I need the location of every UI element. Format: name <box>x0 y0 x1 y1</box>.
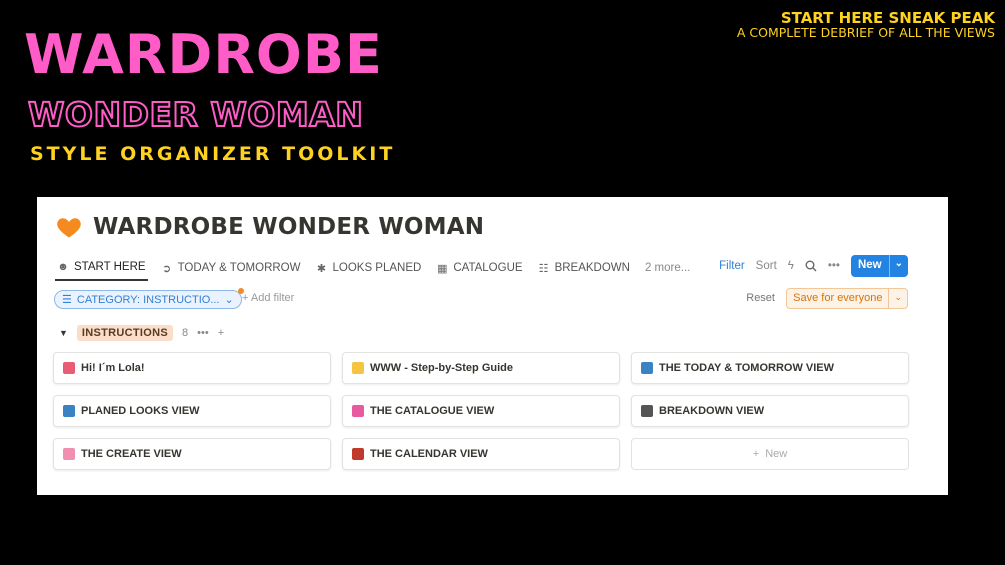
sort-button[interactable]: Sort <box>756 260 777 272</box>
calendar-icon <box>352 448 364 460</box>
gallery-grid-icon: ▦ <box>437 262 448 275</box>
tab-label: START HERE <box>74 261 146 273</box>
corner-title: START HERE SNEAK PEAK <box>780 9 995 27</box>
add-filter-label: Add filter <box>250 292 295 304</box>
view-toolbar: Filter Sort ϟ ••• New ⌄ <box>719 255 908 277</box>
card-title: PLANED LOOKS VIEW <box>81 405 200 417</box>
plus-icon[interactable]: + <box>218 327 224 339</box>
list-icon: ☰ <box>62 294 72 306</box>
orange-heart-icon <box>57 218 81 238</box>
notebook-icon <box>641 405 653 417</box>
tab-looks-planed[interactable]: ✱ LOOKS PLANED <box>313 255 423 281</box>
category-filter-chip[interactable]: ☰ CATEGORY: INSTRUCTIO... ⌄ <box>54 288 244 309</box>
new-card-button[interactable]: + New <box>631 438 909 470</box>
card-title: THE CALENDAR VIEW <box>370 448 488 460</box>
add-filter-button[interactable]: + Add filter <box>242 292 294 304</box>
chevron-down-icon[interactable]: ⌄ <box>888 255 908 277</box>
card-catalogue-view[interactable]: THE CATALOGUE VIEW <box>342 395 620 427</box>
tab-breakdown[interactable]: ☷ BREAKDOWN <box>536 255 632 281</box>
new-button[interactable]: New ⌄ <box>850 255 908 277</box>
card-title: WWW - Step-by-Step Guide <box>370 362 513 374</box>
notion-screenshot: WARDROBE WONDER WOMAN ☻ START HERE ➲ TOD… <box>37 197 948 495</box>
card-breakdown-view[interactable]: BREAKDOWN VIEW <box>631 395 909 427</box>
filter-chip-label: CATEGORY: INSTRUCTIO... <box>76 293 220 306</box>
tab-label: BREAKDOWN <box>554 262 630 274</box>
corner-caption: START HERE SNEAK PEAK A COMPLETE DEBRIEF… <box>737 10 995 40</box>
smiley-icon: ☻ <box>57 261 69 273</box>
shopping-bags-icon <box>352 405 364 417</box>
new-button-label: New <box>857 259 882 271</box>
chevron-down-icon[interactable]: ⌄ <box>888 289 907 308</box>
tab-today-tomorrow[interactable]: ➲ TODAY & TOMORROW <box>159 255 303 281</box>
filter-button[interactable]: Filter <box>719 260 745 272</box>
banner-tagline: STYLE ORGANIZER TOOLKIT <box>30 143 396 165</box>
plus-icon: + <box>242 292 249 304</box>
collapse-caret-icon[interactable]: ▼ <box>59 328 68 338</box>
more-horizontal-icon[interactable]: ••• <box>828 260 840 272</box>
card-hi-lola[interactable]: Hi! I´m Lola! <box>53 352 331 384</box>
right-arrow-icon <box>641 362 653 374</box>
sparkle-box-icon <box>63 405 75 417</box>
brain-icon <box>63 448 75 460</box>
view-tabs: ☻ START HERE ➲ TODAY & TOMORROW ✱ LOOKS … <box>55 255 692 281</box>
tab-more[interactable]: 2 more... <box>643 255 692 281</box>
more-horizontal-icon[interactable]: ••• <box>197 327 209 339</box>
search-icon[interactable] <box>805 260 817 272</box>
lightning-icon[interactable]: ϟ <box>788 260 794 272</box>
card-step-by-step-guide[interactable]: WWW - Step-by-Step Guide <box>342 352 620 384</box>
love-letter-icon <box>63 362 75 374</box>
tab-label: TODAY & TOMORROW <box>177 262 301 274</box>
card-title: THE TODAY & TOMORROW VIEW <box>659 362 834 374</box>
chevron-down-icon: ⌄ <box>224 294 234 306</box>
tab-label: LOOKS PLANED <box>332 262 422 274</box>
page-title: WARDROBE WONDER WOMAN <box>93 214 485 240</box>
arrow-circle-icon: ➲ <box>161 262 172 275</box>
card-title: Hi! I´m Lola! <box>81 362 145 374</box>
card-title: THE CATALOGUE VIEW <box>370 405 495 417</box>
tab-label: 2 more... <box>644 262 691 274</box>
card-today-tomorrow-view[interactable]: THE TODAY & TOMORROW VIEW <box>631 352 909 384</box>
save-label: Save for everyone <box>793 292 883 304</box>
dizzy-star-icon <box>352 362 364 374</box>
table-icon: ☷ <box>538 262 549 275</box>
tab-label: CATALOGUE <box>453 262 523 274</box>
page-header: WARDROBE WONDER WOMAN <box>55 213 484 241</box>
card-title: THE CREATE VIEW <box>81 448 182 460</box>
card-title: BREAKDOWN VIEW <box>659 405 765 417</box>
asterisk-icon: ✱ <box>316 262 327 275</box>
group-header: ▼ INSTRUCTIONS 8 ••• + <box>59 325 224 341</box>
corner-subtitle: A COMPLETE DEBRIEF OF ALL THE VIEWS <box>736 25 995 40</box>
new-card-label: New <box>765 448 788 460</box>
card-create-view[interactable]: THE CREATE VIEW <box>53 438 331 470</box>
save-for-everyone-button[interactable]: Save for everyone ⌄ <box>786 288 908 309</box>
banner-subtitle: WONDER WOMAN <box>27 95 364 134</box>
group-count: 8 <box>182 327 189 339</box>
tab-start-here[interactable]: ☻ START HERE <box>55 255 148 281</box>
banner-title: WARDROBE <box>24 23 383 86</box>
reset-button[interactable]: Reset <box>746 292 775 304</box>
card-calendar-view[interactable]: THE CALENDAR VIEW <box>342 438 620 470</box>
plus-icon: + <box>752 448 760 460</box>
group-label: INSTRUCTIONS <box>76 325 174 341</box>
tab-catalogue[interactable]: ▦ CATALOGUE <box>434 255 524 281</box>
card-planed-looks-view[interactable]: PLANED LOOKS VIEW <box>53 395 331 427</box>
